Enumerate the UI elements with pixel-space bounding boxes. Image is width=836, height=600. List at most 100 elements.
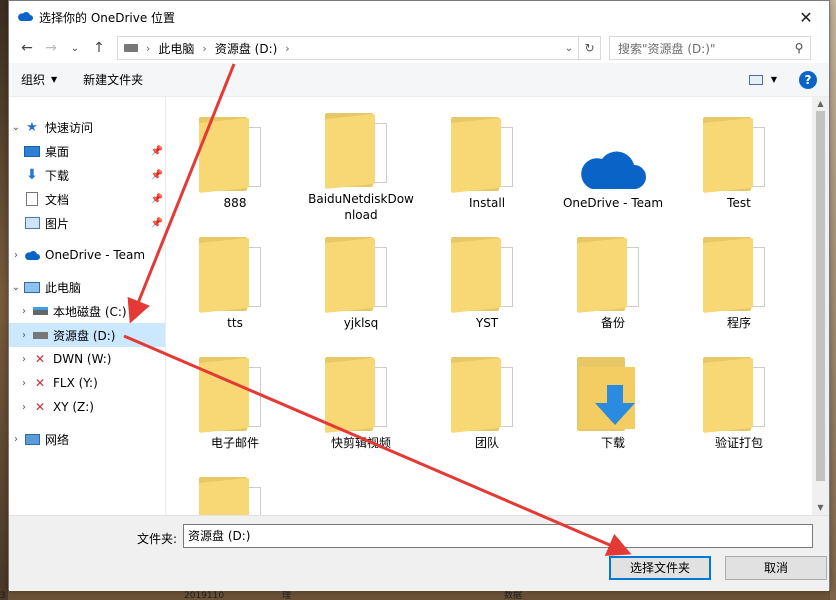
file-item[interactable]: 快剪辑视频 [298, 343, 424, 463]
file-item[interactable]: 888 [172, 103, 298, 223]
file-name: Test [727, 196, 751, 210]
chevron-right-icon[interactable]: › [9, 250, 23, 261]
download-icon: ⬇ [26, 167, 38, 183]
pin-icon[interactable]: 📌 [151, 170, 163, 181]
folder-icon [187, 463, 283, 515]
nav-network[interactable]: › 网络 [9, 427, 165, 451]
nav-label: XY (Z:) [53, 400, 94, 414]
chevron-right-icon[interactable]: › [17, 378, 31, 389]
back-button[interactable]: ← [15, 36, 39, 60]
file-item[interactable]: yjklsq [298, 223, 424, 343]
file-item[interactable]: OneDrive - Team [550, 103, 676, 223]
onedrive-icon [23, 247, 41, 263]
file-name: OneDrive - Team [562, 196, 664, 210]
caret-down-icon[interactable]: ▼ [771, 75, 777, 84]
file-item[interactable]: tts [172, 223, 298, 343]
search-placeholder: 搜索"资源盘 (D:)" [618, 41, 716, 56]
file-item[interactable]: 下载 [550, 343, 676, 463]
breadcrumb-drive-d[interactable]: 资源盘 (D:) [215, 40, 277, 57]
navigation-bar: ← → ⌄ ↑ › 此电脑 › 资源盘 (D:) › ⌄ ↻ 搜索"资源盘 (D… [9, 33, 829, 63]
new-folder-button[interactable]: 新建文件夹 [83, 71, 143, 88]
up-button[interactable]: ↑ [87, 36, 111, 60]
nav-quick-access[interactable]: ⌄ ★ 快速访问 [9, 115, 165, 139]
breadcrumb-this-pc[interactable]: 此电脑 [158, 40, 194, 57]
file-name: 备份 [600, 316, 625, 330]
file-item[interactable] [172, 463, 298, 515]
nav-label: 快速访问 [45, 120, 94, 135]
folder-icon [439, 223, 535, 313]
onedrive-icon [17, 10, 33, 25]
scrollbar-thumb[interactable] [816, 111, 825, 481]
folder-icon [691, 223, 787, 313]
disconnected-drive-icon: ✕ [34, 400, 46, 414]
close-button[interactable]: ✕ [783, 1, 829, 33]
folder-icon [691, 103, 787, 193]
expand-icon[interactable]: ⌄ [9, 282, 23, 293]
chevron-right-icon[interactable]: › [146, 42, 150, 55]
desktop-background-right [830, 0, 836, 600]
folder-icon [187, 223, 283, 313]
nav-drive-y[interactable]: › ✕ FLX (Y:) [9, 371, 165, 395]
help-button[interactable]: ? [799, 70, 817, 89]
file-item[interactable]: 团队 [424, 343, 550, 463]
file-name: BaiduNetdiskDownload [308, 192, 414, 222]
file-item[interactable]: Test [676, 103, 802, 223]
nav-item-documents[interactable]: 文档 📌 [9, 187, 165, 211]
file-item[interactable]: BaiduNetdiskDownload [298, 103, 424, 223]
file-item[interactable]: 程序 [676, 223, 802, 343]
recent-locations-button[interactable]: ⌄ [63, 36, 87, 60]
system-drive-icon [31, 303, 49, 319]
nav-drive-z[interactable]: › ✕ XY (Z:) [9, 395, 165, 419]
chevron-right-icon[interactable]: › [9, 434, 23, 445]
file-item[interactable]: 电子邮件 [172, 343, 298, 463]
nav-this-pc[interactable]: ⌄ 此电脑 [9, 275, 165, 299]
expand-icon[interactable]: ⌄ [9, 122, 23, 133]
organize-button[interactable]: 组织 ▼ [21, 71, 57, 88]
file-name: 下载 [600, 436, 625, 450]
file-item[interactable]: Install [424, 103, 550, 223]
chevron-right-icon[interactable]: › [285, 42, 289, 55]
chevron-right-icon[interactable]: › [17, 306, 31, 317]
nav-drive-c[interactable]: › 本地磁盘 (C:) [9, 299, 165, 323]
chevron-right-icon[interactable]: › [17, 402, 31, 413]
chevron-right-icon[interactable]: › [202, 42, 206, 55]
file-name: 团队 [474, 436, 499, 450]
folder-picker-dialog: 选择你的 OneDrive 位置 ✕ ← → ⌄ ↑ › 此电脑 › 资源盘 (… [8, 0, 830, 591]
chevron-right-icon[interactable]: › [17, 330, 31, 341]
drive-icon [124, 44, 138, 52]
download-folder-icon [565, 343, 661, 433]
nav-onedrive[interactable]: › OneDrive - Team [9, 243, 165, 267]
nav-item-desktop[interactable]: 桌面 📌 [9, 139, 165, 163]
cancel-button[interactable]: 取消 [725, 556, 827, 580]
address-dropdown-button[interactable]: ⌄ [560, 43, 578, 54]
command-toolbar: 组织 ▼ 新建文件夹 ▼ ? [9, 63, 829, 97]
pin-icon[interactable]: 📌 [151, 218, 163, 229]
desktop-background-left [0, 0, 8, 600]
file-item[interactable]: YST [424, 223, 550, 343]
scroll-up-icon[interactable]: ▲ [812, 97, 829, 111]
scroll-down-icon[interactable]: ▼ [812, 501, 829, 515]
forward-button[interactable]: → [39, 36, 63, 60]
refresh-button[interactable]: ↻ [578, 37, 600, 59]
address-bar[interactable]: › 此电脑 › 资源盘 (D:) › ⌄ ↻ [117, 36, 601, 60]
folder-label: 文件夹: [137, 532, 178, 546]
file-name: 程序 [726, 316, 751, 330]
pin-icon[interactable]: 📌 [151, 194, 163, 205]
folder-name-input[interactable]: 资源盘 (D:) [183, 524, 813, 548]
nav-drive-d[interactable]: › 资源盘 (D:) [9, 323, 165, 347]
folder-icon [691, 343, 787, 433]
file-item[interactable]: 备份 [550, 223, 676, 343]
taskbar-text: 理 [282, 591, 292, 600]
nav-item-pictures[interactable]: 图片 📌 [9, 211, 165, 235]
nav-drive-w[interactable]: › ✕ DWN (W:) [9, 347, 165, 371]
search-icon[interactable]: ⚲ [788, 41, 810, 55]
search-input[interactable]: 搜索"资源盘 (D:)" ⚲ [609, 36, 811, 60]
pin-icon[interactable]: 📌 [151, 146, 163, 157]
chevron-right-icon[interactable]: › [17, 354, 31, 365]
file-item[interactable]: 验证打包 [676, 343, 802, 463]
view-options-icon[interactable] [748, 74, 763, 85]
nav-item-downloads[interactable]: ⬇ 下载 📌 [9, 163, 165, 187]
folder-icon [313, 103, 409, 189]
vertical-scrollbar[interactable]: ▲ ▼ [812, 97, 829, 515]
select-folder-button[interactable]: 选择文件夹 [609, 556, 711, 580]
